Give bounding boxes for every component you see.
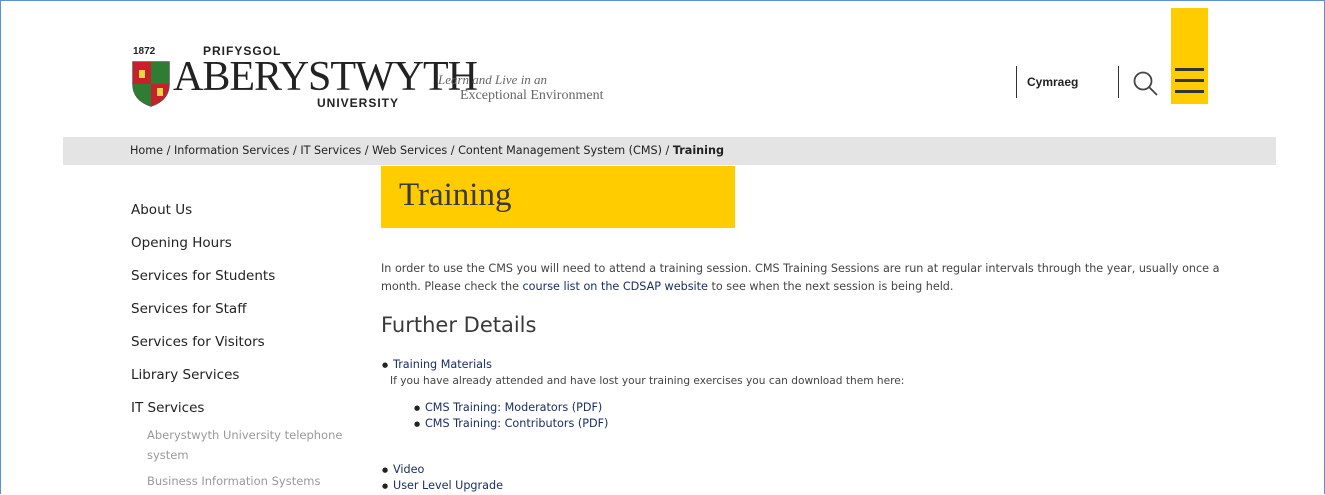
logo-year: 1872 — [133, 46, 156, 57]
list-item: CMS Training: Contributors (PDF) — [414, 416, 904, 432]
breadcrumb-web-services[interactable]: Web Services — [372, 144, 447, 157]
list-item: Training Materials — [382, 357, 904, 373]
training-materials-link[interactable]: Training Materials — [393, 358, 492, 371]
page-title-box: Training — [381, 166, 735, 228]
menu-bar — [1175, 68, 1204, 71]
breadcrumb-current: Training — [672, 144, 724, 157]
details-list: Training Materials If you have already a… — [382, 357, 904, 494]
search-icon[interactable] — [1130, 68, 1160, 98]
breadcrumb-separator: / — [163, 144, 174, 157]
sidebar-subitem-business-information-systems[interactable]: Business Information Systems — [147, 471, 361, 491]
crest-icon — [132, 61, 170, 107]
language-toggle-link[interactable]: Cymraeg — [1027, 75, 1078, 89]
breadcrumb-separator: / — [447, 144, 459, 157]
breadcrumb-cms[interactable]: Content Management System (CMS) — [458, 144, 662, 157]
training-materials-sublist: CMS Training: Moderators (PDF) CMS Train… — [414, 400, 904, 432]
menu-bar — [1175, 79, 1204, 82]
video-link[interactable]: Video — [393, 463, 424, 476]
list-item: Video — [382, 462, 904, 478]
menu-bar — [1175, 90, 1204, 93]
breadcrumb-it-services[interactable]: IT Services — [300, 144, 361, 157]
hamburger-menu-icon[interactable] — [1171, 8, 1208, 104]
contributors-pdf-link[interactable]: CMS Training: Contributors (PDF) — [425, 417, 608, 430]
sidebar-item-services-for-students[interactable]: Services for Students — [131, 266, 361, 299]
sidebar-nav: About Us Opening Hours Services for Stud… — [131, 200, 361, 491]
user-level-upgrade-link[interactable]: User Level Upgrade — [393, 479, 503, 492]
breadcrumb-separator: / — [661, 144, 673, 157]
logo-university: UNIVERSITY — [317, 96, 400, 110]
sidebar-item-about-us[interactable]: About Us — [131, 200, 361, 233]
intro-text-after: to see when the next session is being he… — [707, 280, 954, 293]
breadcrumb-information-services[interactable]: Information Services — [174, 144, 290, 157]
section-heading: Further Details — [381, 313, 537, 337]
university-logo[interactable]: 1872 PRIFYSGOL ABERYSTWYTH UNIVERSITY — [129, 44, 478, 112]
list-item: CMS Training: Moderators (PDF) — [414, 400, 904, 416]
sidebar-item-opening-hours[interactable]: Opening Hours — [131, 233, 361, 266]
list-item: User Level Upgrade — [382, 478, 904, 494]
divider — [1118, 66, 1119, 98]
intro-paragraph: In order to use the CMS you will need to… — [381, 260, 1231, 296]
tagline: Learn and Live in an Exceptional Environ… — [438, 72, 603, 104]
moderators-pdf-link[interactable]: CMS Training: Moderators (PDF) — [425, 401, 602, 414]
breadcrumb: Home / Information Services / IT Service… — [63, 137, 1276, 165]
breadcrumb-separator: / — [361, 144, 373, 157]
logo-wordmark: ABERYSTWYTH — [173, 54, 478, 100]
sidebar-item-services-for-visitors[interactable]: Services for Visitors — [131, 332, 361, 365]
page-title: Training — [399, 177, 512, 213]
sidebar-subitem-telephone-system[interactable]: Aberystwyth University telephone system — [147, 425, 357, 465]
cdsap-course-list-link[interactable]: course list on the CDSAP website — [523, 280, 708, 293]
breadcrumb-separator: / — [289, 144, 301, 157]
site-header: 1872 PRIFYSGOL ABERYSTWYTH UNIVERSITY Le… — [0, 0, 1325, 136]
sidebar-item-library-services[interactable]: Library Services — [131, 365, 361, 398]
tagline-line1: Learn and Live in an — [438, 72, 548, 87]
tagline-line2: Exceptional Environment — [460, 88, 604, 103]
sidebar-item-services-for-staff[interactable]: Services for Staff — [131, 299, 361, 332]
training-materials-description: If you have already attended and have lo… — [390, 375, 905, 387]
divider — [1016, 66, 1017, 98]
breadcrumb-home[interactable]: Home — [130, 144, 163, 157]
